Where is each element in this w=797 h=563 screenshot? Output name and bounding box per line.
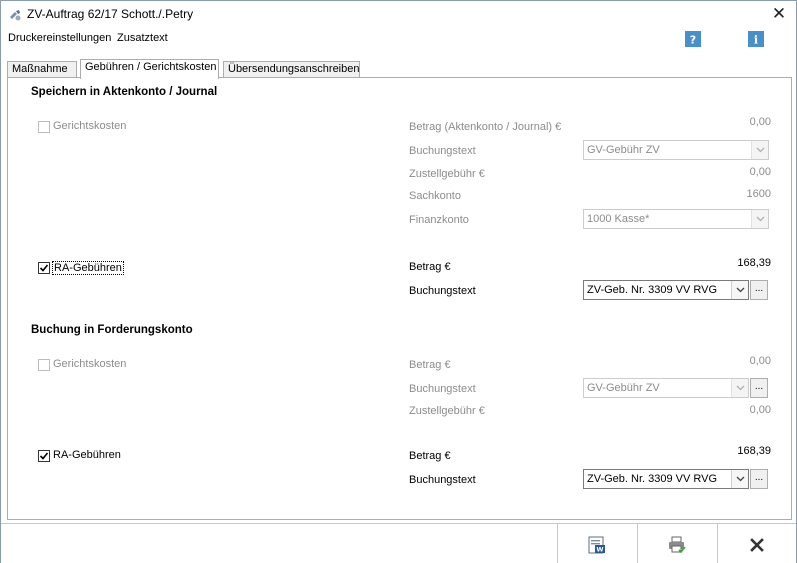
label-zustellgebuehr-1: Zustellgebühr € [409, 168, 485, 180]
label-sachkonto: Sachkonto [409, 190, 461, 202]
chevron-down-icon[interactable] [751, 141, 768, 159]
title-bar: ZV-Auftrag 62/17 Schott./.Petry ✕ [1, 1, 796, 29]
label-betrag-gk2: Betrag € [409, 359, 451, 371]
close-icon[interactable]: ✕ [770, 4, 788, 24]
value-zustellgebuehr-1: 0,00 [749, 166, 771, 178]
combo-value: GV-Gebühr ZV [587, 382, 660, 394]
info-icon[interactable]: i [748, 31, 764, 47]
word-export-button[interactable]: W [557, 524, 637, 563]
value-sachkonto: 1600 [746, 188, 771, 200]
value-betrag-ra1: 168,39 [737, 257, 771, 269]
label-buchungstext-gk1: Buchungstext [409, 145, 476, 157]
print-icon [669, 536, 686, 554]
value-betrag-ra2: 168,39 [737, 445, 771, 457]
cancel-icon [750, 538, 764, 552]
value-betrag-aktenkonto: 0,00 [749, 116, 771, 128]
ellipsis-button-ra2[interactable]: ... [750, 469, 768, 489]
tab-massnahme[interactable]: Maßnahme [7, 61, 77, 78]
checkbox-gerichtskosten-aktenkonto[interactable] [38, 121, 50, 133]
chevron-down-icon[interactable] [731, 470, 748, 488]
svg-text:i: i [754, 34, 758, 47]
combo-value: GV-Gebühr ZV [587, 144, 660, 156]
checkbox-ra-gebuehren-forderung[interactable] [38, 450, 50, 462]
value-betrag-gk2: 0,00 [749, 355, 771, 367]
label-betrag-ra2: Betrag € [409, 450, 451, 462]
chevron-down-icon[interactable] [751, 210, 768, 228]
tab-uebersendungsanschreiben[interactable]: Übersendungsanschreiben [223, 61, 360, 78]
menu-zusatztext[interactable]: Zusatztext [117, 32, 168, 44]
combo-buchungstext-gk2[interactable]: GV-Gebühr ZV [583, 378, 749, 398]
ellipsis-button-ra1[interactable]: ... [750, 280, 768, 300]
label-zustellgebuehr-2: Zustellgebühr € [409, 405, 485, 417]
combo-value: 1000 Kasse* [587, 213, 650, 225]
combo-finanzkonto[interactable]: 1000 Kasse* [583, 209, 769, 229]
footer-bar: W [1, 523, 796, 563]
combo-value: ZV-Geb. Nr. 3309 VV RVG [587, 473, 718, 485]
chevron-down-icon[interactable] [731, 281, 748, 299]
combo-buchungstext-gk1[interactable]: GV-Gebühr ZV [583, 140, 769, 160]
menu-bar: Druckereinstellungen Zusatztext ? i [1, 29, 796, 49]
tab-gebuehren-gerichtskosten[interactable]: Gebühren / Gerichtskosten [80, 59, 219, 79]
section-title-aktenkonto: Speichern in Aktenkonto / Journal [31, 86, 218, 98]
tab-panel: Speichern in Aktenkonto / Journal Gerich… [7, 77, 792, 520]
word-document-icon: W [588, 536, 605, 554]
label-buchungstext-gk2: Buchungstext [409, 383, 476, 395]
print-button[interactable] [637, 524, 717, 563]
label-gerichtskosten-forderung: Gerichtskosten [53, 358, 127, 370]
window-title: ZV-Auftrag 62/17 Schott./.Petry [27, 7, 194, 21]
section-title-forderungskonto: Buchung in Forderungskonto [31, 324, 193, 336]
app-icon [10, 10, 21, 21]
combo-value: ZV-Geb. Nr. 3309 VV RVG [587, 284, 718, 296]
label-buchungstext-ra1: Buchungstext [409, 285, 476, 297]
help-icon[interactable]: ? [685, 31, 701, 47]
checkbox-gerichtskosten-forderung[interactable] [38, 359, 50, 371]
cancel-button[interactable] [717, 524, 797, 563]
checkbox-ra-gebuehren-aktenkonto[interactable] [38, 262, 50, 274]
combo-buchungstext-ra1[interactable]: ZV-Geb. Nr. 3309 VV RVG [583, 280, 749, 300]
dialog-window: ZV-Auftrag 62/17 Schott./.Petry ✕ Drucke… [0, 0, 797, 563]
label-betrag-ra1: Betrag € [409, 261, 451, 273]
label-gerichtskosten-aktenkonto: Gerichtskosten [53, 120, 127, 132]
ellipsis-button-gk2[interactable]: ... [750, 378, 768, 398]
combo-buchungstext-ra2[interactable]: ZV-Geb. Nr. 3309 VV RVG [583, 469, 749, 489]
label-finanzkonto: Finanzkonto [409, 214, 469, 226]
chevron-down-icon[interactable] [731, 379, 748, 397]
label-betrag-aktenkonto: Betrag (Aktenkonto / Journal) € [409, 121, 562, 133]
svg-text:?: ? [690, 34, 696, 47]
label-ra-gebuehren-forderung: RA-Gebühren [53, 449, 121, 461]
value-zustellgebuehr-2: 0,00 [749, 404, 771, 416]
menu-druckereinstellungen[interactable]: Druckereinstellungen [8, 32, 111, 44]
label-buchungstext-ra2: Buchungstext [409, 474, 476, 486]
label-ra-gebuehren-aktenkonto: RA-Gebühren [52, 261, 124, 275]
svg-text:W: W [596, 546, 603, 554]
